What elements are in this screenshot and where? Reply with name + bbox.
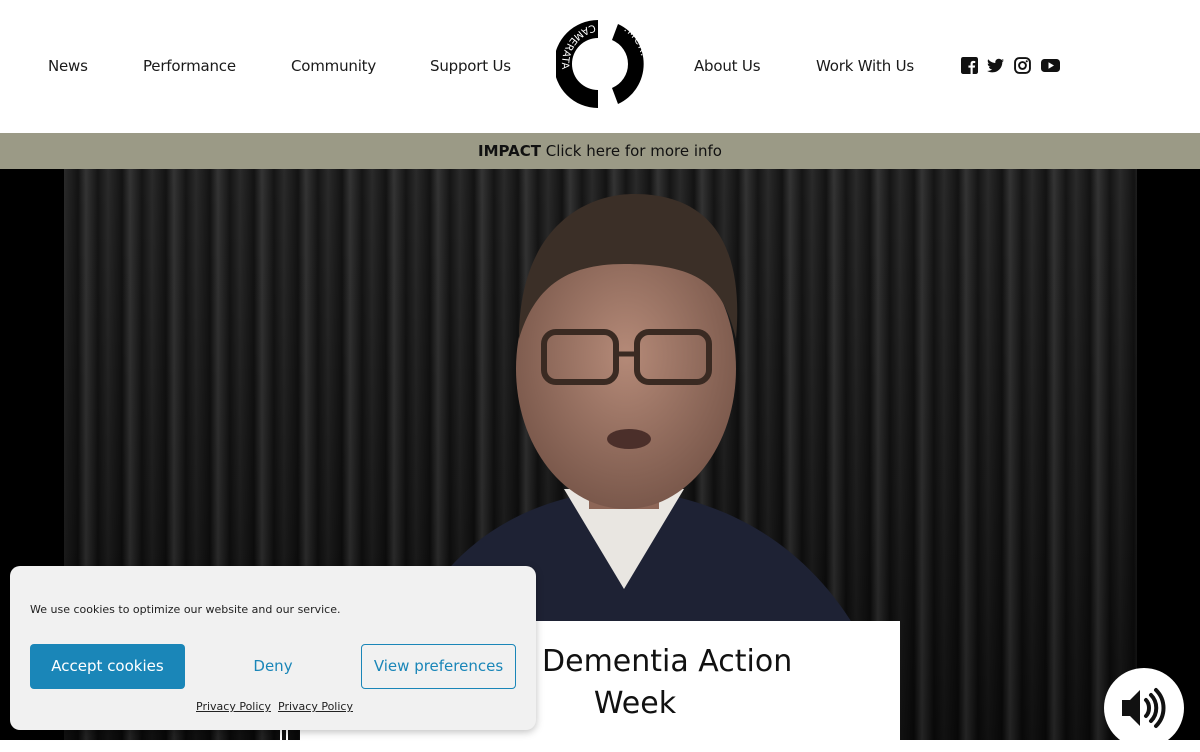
cookie-message: We use cookies to optimize our website a… <box>30 603 341 616</box>
cookie-banner: We use cookies to optimize our website a… <box>10 566 536 730</box>
nav-performance[interactable]: Performance <box>143 57 236 75</box>
nav-support-us[interactable]: Support Us <box>430 57 511 75</box>
camerata-logo[interactable]: CAMERATA .MCR. <box>556 18 648 110</box>
youtube-icon[interactable] <box>1041 57 1060 74</box>
banner-bold: IMPACT <box>478 142 541 160</box>
privacy-policy-link-2[interactable]: Privacy Policy <box>278 700 353 713</box>
caption-fragment: er <box>868 713 897 740</box>
nav-news[interactable]: News <box>48 57 88 75</box>
banner-text: Click here for more info <box>540 142 722 160</box>
impact-banner[interactable]: IMPACT Click here for more info <box>0 133 1200 169</box>
nav-community[interactable]: Community <box>291 57 376 75</box>
instagram-icon[interactable] <box>1014 57 1031 74</box>
view-preferences-button[interactable]: View preferences <box>361 644 516 689</box>
site-header: News Performance Community Support Us CA… <box>0 0 1200 133</box>
nav-about-us[interactable]: About Us <box>694 57 761 75</box>
deny-button[interactable]: Deny <box>202 644 344 689</box>
sound-toggle-button[interactable] <box>1104 668 1184 748</box>
twitter-icon[interactable] <box>987 57 1004 74</box>
accept-cookies-button[interactable]: Accept cookies <box>30 644 185 689</box>
caption-line2: Week <box>593 686 677 721</box>
privacy-policy-link[interactable]: Privacy Policy <box>196 700 271 713</box>
volume-icon <box>1122 688 1166 728</box>
nav-work-with-us[interactable]: Work With Us <box>816 57 914 75</box>
facebook-icon[interactable] <box>961 57 978 74</box>
